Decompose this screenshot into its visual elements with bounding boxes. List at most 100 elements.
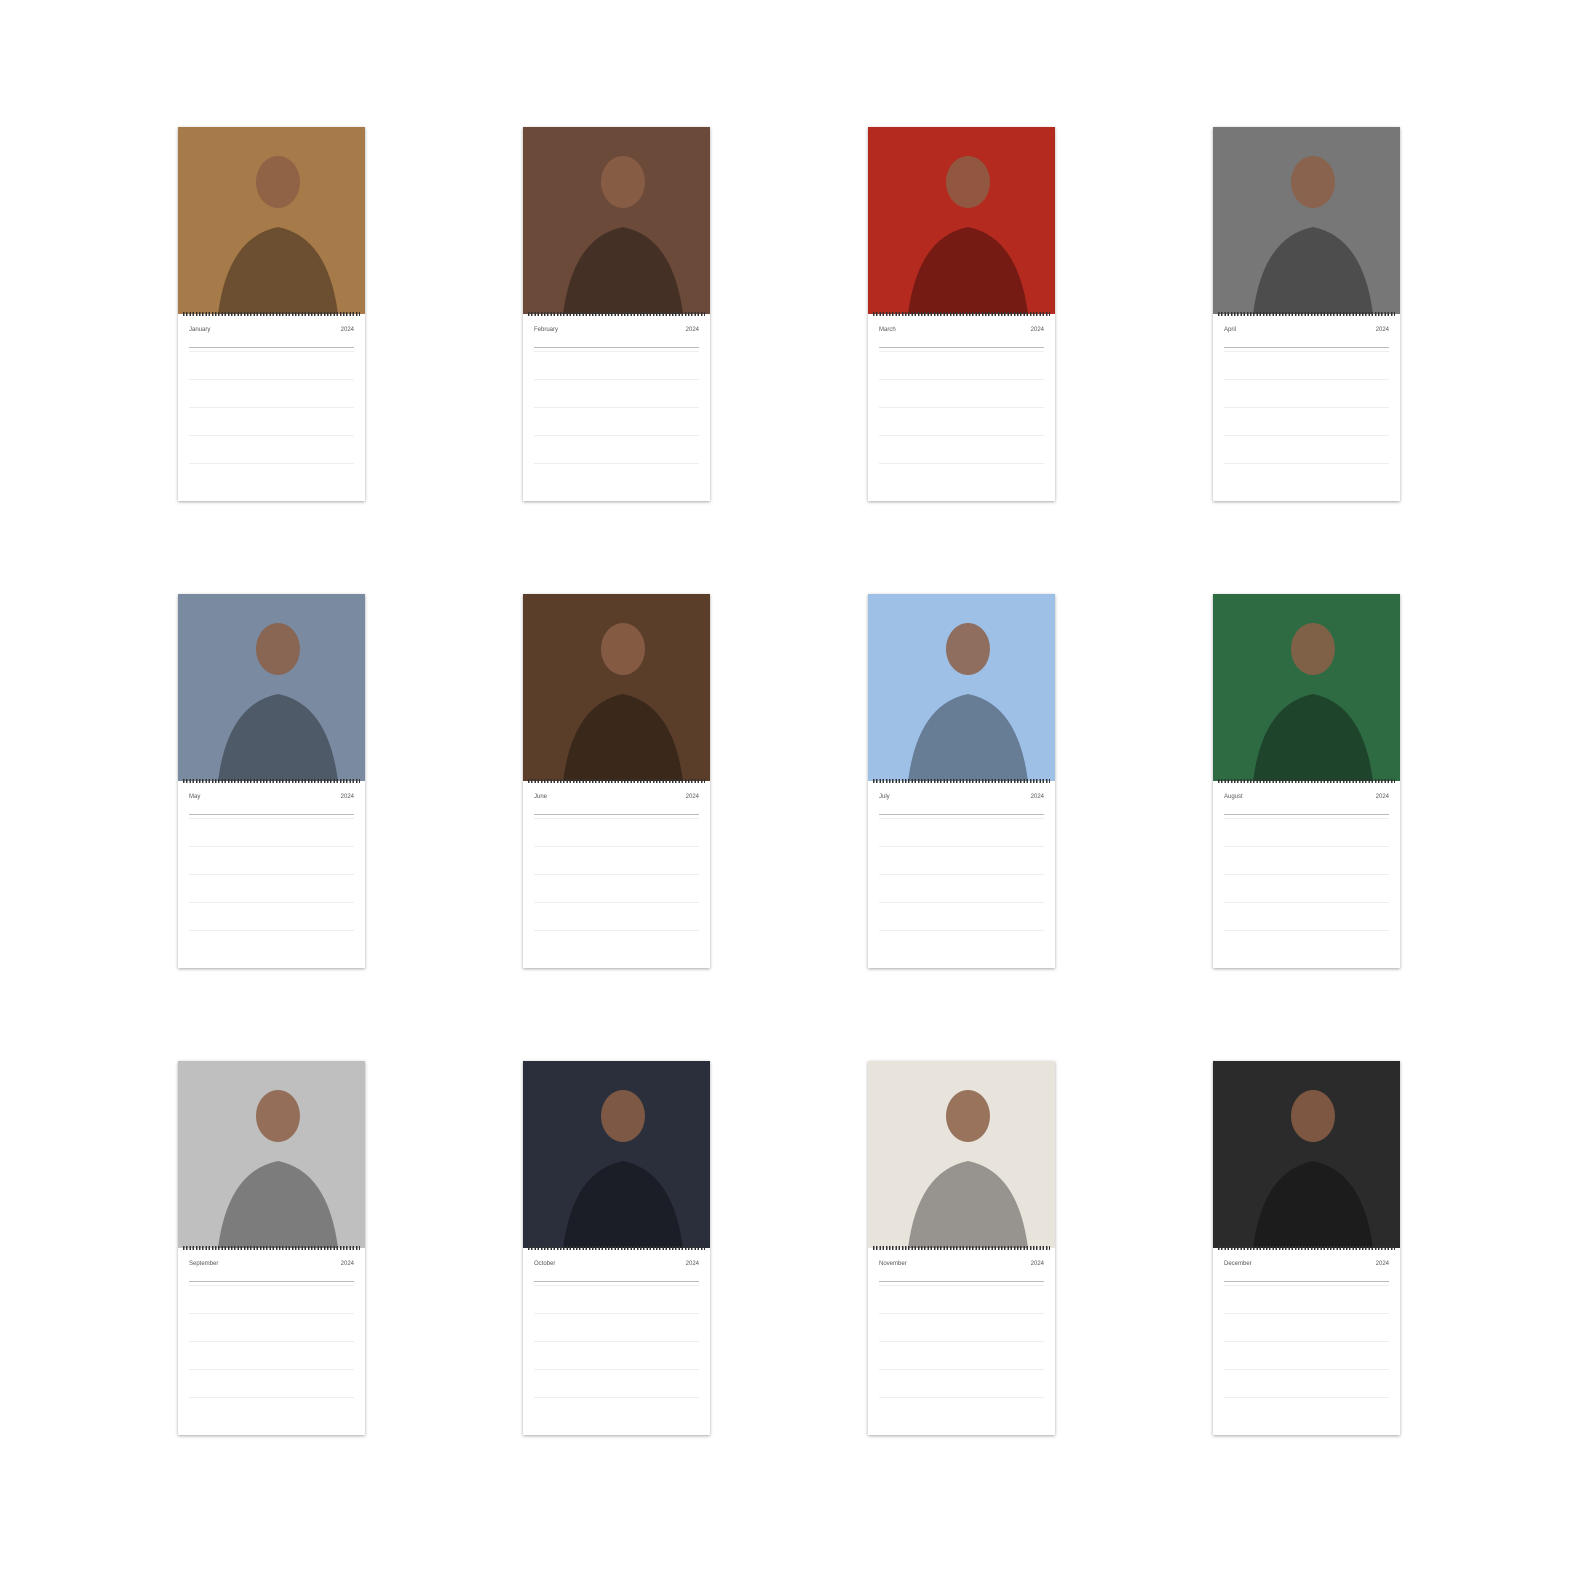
- week-row: [879, 846, 1044, 847]
- calendar-page-may: May 2024: [178, 594, 365, 968]
- week-row: [189, 930, 354, 931]
- week-row: [189, 1369, 354, 1370]
- spiral-binding: [183, 1246, 360, 1250]
- week-row: [534, 818, 699, 819]
- week-row: [879, 407, 1044, 408]
- spiral-binding: [873, 1246, 1050, 1250]
- month-photo: [523, 594, 710, 781]
- month-name: October: [534, 1261, 556, 1267]
- spiral-binding: [873, 312, 1050, 316]
- weekday-row: [879, 1275, 1044, 1282]
- day-grid: [879, 818, 1044, 958]
- day-grid: [1224, 818, 1389, 958]
- week-row: [534, 463, 699, 464]
- calendar-pages-grid: January 2024 February 2024 March 2024 April 202…: [178, 127, 1420, 1457]
- month-header: September 2024: [189, 1261, 354, 1271]
- weekday-row: [1224, 1275, 1389, 1282]
- week-row: [879, 1369, 1044, 1370]
- day-grid: [879, 351, 1044, 491]
- week-row: [879, 930, 1044, 931]
- week-row: [1224, 846, 1389, 847]
- year-label: 2024: [1375, 327, 1389, 333]
- month-header: December 2024: [1224, 1261, 1389, 1271]
- week-row: [189, 1313, 354, 1314]
- week-row: [534, 930, 699, 931]
- weekday-row: [534, 341, 699, 348]
- calendar-page-june: June 2024: [523, 594, 710, 968]
- week-row: [189, 1285, 354, 1286]
- week-row: [1224, 818, 1389, 819]
- weekday-row: [534, 808, 699, 815]
- week-row: [534, 351, 699, 352]
- month-header: March 2024: [879, 327, 1044, 337]
- month-header: November 2024: [879, 1261, 1044, 1271]
- weekday-row: [879, 808, 1044, 815]
- week-row: [879, 379, 1044, 380]
- week-row: [534, 379, 699, 380]
- month-photo: [868, 1061, 1055, 1248]
- calendar-page-october: October 2024: [523, 1061, 710, 1435]
- year-label: 2024: [340, 1261, 354, 1267]
- calendar-page-january: January 2024: [178, 127, 365, 501]
- week-row: [534, 1369, 699, 1370]
- month-name: August: [1224, 794, 1243, 800]
- month-name: May: [189, 794, 201, 800]
- day-grid: [189, 1285, 354, 1425]
- week-row: [189, 846, 354, 847]
- month-name: April: [1224, 327, 1237, 333]
- day-grid: [1224, 351, 1389, 491]
- week-row: [189, 463, 354, 464]
- week-row: [1224, 351, 1389, 352]
- calendar-page-july: July 2024: [868, 594, 1055, 968]
- month-name: July: [879, 794, 890, 800]
- calendar-page-december: December 2024: [1213, 1061, 1400, 1435]
- month-photo: [1213, 594, 1400, 781]
- month-name: November: [879, 1261, 907, 1267]
- year-label: 2024: [340, 794, 354, 800]
- day-grid: [879, 1285, 1044, 1425]
- month-header: July 2024: [879, 794, 1044, 804]
- month-photo: [178, 594, 365, 781]
- day-grid: [534, 818, 699, 958]
- month-name: March: [879, 327, 896, 333]
- spiral-binding: [528, 312, 705, 316]
- month-name: June: [534, 794, 548, 800]
- weekday-row: [1224, 808, 1389, 815]
- week-row: [879, 874, 1044, 875]
- month-header: June 2024: [534, 794, 699, 804]
- month-header: February 2024: [534, 327, 699, 337]
- week-row: [189, 818, 354, 819]
- week-row: [534, 874, 699, 875]
- week-row: [879, 351, 1044, 352]
- week-row: [1224, 1313, 1389, 1314]
- week-row: [189, 351, 354, 352]
- week-row: [1224, 463, 1389, 464]
- spiral-binding: [528, 779, 705, 783]
- week-row: [534, 435, 699, 436]
- month-photo: [178, 127, 365, 314]
- week-row: [879, 818, 1044, 819]
- week-row: [189, 435, 354, 436]
- calendar-page-march: March 2024: [868, 127, 1055, 501]
- week-row: [879, 902, 1044, 903]
- year-label: 2024: [1030, 1261, 1044, 1267]
- month-name: September: [189, 1261, 219, 1267]
- year-label: 2024: [1030, 327, 1044, 333]
- week-row: [1224, 902, 1389, 903]
- month-name: January: [189, 327, 211, 333]
- spiral-binding: [873, 779, 1050, 783]
- calendar-page-august: August 2024: [1213, 594, 1400, 968]
- week-row: [879, 1313, 1044, 1314]
- year-label: 2024: [1375, 1261, 1389, 1267]
- month-photo: [523, 1061, 710, 1248]
- day-grid: [1224, 1285, 1389, 1425]
- calendar-page-april: April 2024: [1213, 127, 1400, 501]
- week-row: [534, 407, 699, 408]
- day-grid: [189, 818, 354, 958]
- week-row: [534, 1397, 699, 1398]
- weekday-row: [879, 341, 1044, 348]
- day-grid: [534, 351, 699, 491]
- spiral-binding: [1218, 1246, 1395, 1250]
- week-row: [189, 379, 354, 380]
- week-row: [189, 407, 354, 408]
